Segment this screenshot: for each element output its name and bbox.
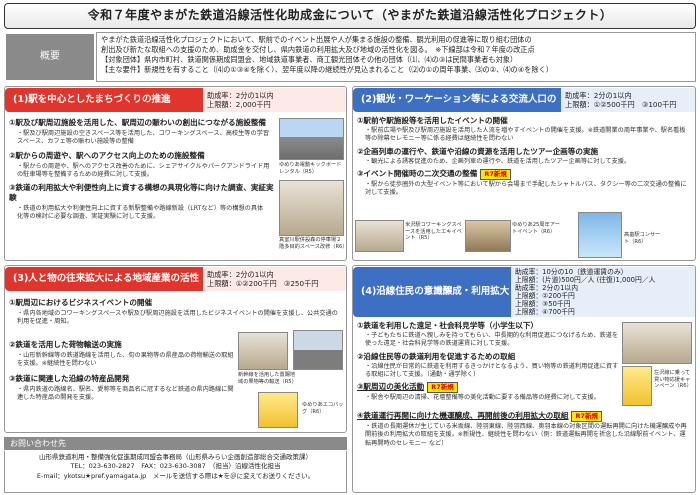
panel-1-item-2-title: ②駅からの周遊や、駅へのアクセス向上のための施設整備 bbox=[9, 150, 205, 160]
panel-3-item-3-desc: ・県内鉄道の路線名、駅名、愛称等を商品名に冠するなど鉄道の県内路線に関連した特産… bbox=[17, 385, 234, 401]
overview-line: やまがた鉄道沿線活性化プロジェクトにおいて、駅前でのイベント出展や人が集まる施設… bbox=[101, 35, 532, 44]
panel-2-limit: 上限額：①②500千円 ③100千円 bbox=[565, 100, 677, 109]
page-title: 令和７年度やまがた鉄道沿線活性化助成金について（やまがた鉄道沿線活性化プロジェク… bbox=[4, 3, 696, 29]
panel-1-caption-2: 真室川駅併設森の停車場２階多目的スペース改修（R6） bbox=[279, 237, 348, 250]
panel-3-rate: 助成率：2分の1以内 bbox=[207, 270, 274, 279]
new-badge: R7新規 bbox=[427, 382, 458, 394]
panel-3-limit: 上限額：①②200千円 ③250千円 bbox=[207, 279, 319, 288]
panel-1-caption-1: ゆめりあ電動キックボードレンタル（R5） bbox=[279, 162, 342, 175]
panel-2-item-2-title: ②企画列車の運行や、鉄道や沿線の資源を活用したツアー企画等の実施 bbox=[357, 146, 599, 156]
panel-3-caption-2: ゆめりあエコバッグ（R6） bbox=[302, 402, 344, 415]
overview-text: やまがた鉄道沿線活性化プロジェクトにおいて、駅前でのイベント出展や人が集まる施設… bbox=[96, 32, 696, 82]
panel-1-item-1-desc: ・駅及び駅周辺施設の空きスペース等を活用した、コワーキングスペース、高校生等の学… bbox=[17, 130, 270, 146]
field-trip-photo bbox=[622, 322, 692, 364]
panel-4-stat-1: 助成率：10分の10（鉄道運賃のみ） bbox=[515, 268, 628, 276]
panel-4-stat-6: 上限額：④700千円 bbox=[515, 308, 575, 316]
overview-line: 【対象団体】県内市町村、鉄道関係期成同盟会、地域鉄道事業者、商工観光団体その他の… bbox=[101, 55, 518, 64]
shopping-campaign-poster bbox=[622, 366, 652, 406]
panel-4-item-3-desc: ・駅舎や駅周辺の清掃、花壇整備等の美化活動に要する備品等の経費に対して支援。 bbox=[365, 394, 600, 402]
panel-2-item-3-desc: ・駅から徒歩圏外の大型イベント等において駅から会場まで手配したシャトルバス、タク… bbox=[365, 180, 687, 197]
panel-1-header: (1)駅を中心としたまちづくりの推進 bbox=[5, 88, 203, 112]
new-badge: R7新規 bbox=[571, 411, 602, 422]
panel-4-stat-4: 上限額：②200千円 bbox=[515, 292, 575, 300]
panel-3-item-3-title: ③鉄道に関連した沿線の特産品開発 bbox=[9, 373, 130, 383]
panel-4-caption-1: 左沢線に乗って買い物応援キャンペーン（R6） bbox=[654, 370, 692, 389]
panel-4-stats: 助成率：10分の10（鉄道運賃のみ） 上限額：(片道)500円／人 (往復)1,… bbox=[511, 267, 695, 317]
contact-phone: TEL：023-630-2827 FAX：023-630-3087 （担当）沿線… bbox=[70, 462, 281, 471]
contact-header: お問い合わせ先 bbox=[4, 437, 347, 450]
panel-3-item-2-title: ②鉄道を活用した荷物輸送の実施 bbox=[9, 340, 122, 349]
overview-line: 創出及び新たな取組への支援のため、助成金を交付し、県内鉄道の利用拡大及び地域の活… bbox=[101, 45, 535, 54]
panel-4-stat-2: 上限額：(片道)500円／人 (往復)1,000円／人 bbox=[515, 276, 656, 284]
panel-4-item-4-title: ④鉄道運行再開に向けた機運醸成、再開前後の利用拡大の取組 bbox=[357, 411, 569, 420]
panel-2-item-1-desc: ・駅前広場や駅及び駅周辺施設を活用した人流を増やすイベントの開催を支援。※鉄道開… bbox=[365, 127, 686, 143]
panel-1-items: ①駅及び駅周辺施設を活用した、駅周辺の賑わいの創出につながる施設整備 ・駅及び駅… bbox=[9, 118, 274, 222]
panel-4-item-2-desc: ・沿線住民が日常的に鉄道を利用するきっかけとなるよう、買い物等の鉄道利用促進に資… bbox=[365, 362, 619, 378]
panel-4-item-4-desc: ・鉄道の長期運休が生じている米坂線、陸羽東線、陸羽西線、奥羽本線の対象区間の運転… bbox=[365, 423, 687, 447]
panel-3-item-1-title: ①駅周辺におけるビジネスイベントの開催 bbox=[9, 298, 153, 307]
panel-2-caption-2: ゆめりあ25周年アートイベント（R6） bbox=[512, 222, 560, 235]
panel-4-item-4: ④鉄道運行再開に向けた機運醸成、再開前後の利用拡大の取組 R7新規 ・鉄道の長期運… bbox=[357, 411, 691, 448]
panel-4-item-2-title: ②沿線住民等の鉄道利用を促進するための取組 bbox=[357, 351, 516, 361]
panel-2-rate: 助成率：2分の1以内 bbox=[565, 91, 632, 100]
panel-1-item-3-title: ③鉄道の利用拡大や利便性向上に資する構想の具現化等に向けた調査、実証実験 bbox=[9, 183, 274, 203]
contact-box: 山形県鉄道利用・整備強化促進期成同盟会事務局（山形県みらい企画創造部総合交通政策… bbox=[4, 451, 347, 493]
eco-bag-photo bbox=[258, 392, 298, 428]
coworking-photo bbox=[355, 220, 404, 252]
panel-1-stats: 助成率：2分の1以内 上限額：2,000千円 bbox=[203, 88, 346, 112]
station-room-photo bbox=[279, 180, 344, 236]
panel-2-item-2-desc: ・観光による誘客促進のため、企画列車の運行や、鉄道を活用したツアー企画等に対して… bbox=[365, 157, 631, 165]
panel-2-stats: 助成率：2分の1以内 上限額：①②500千円 ③100千円 bbox=[561, 88, 695, 112]
fruit-shipping-photo bbox=[238, 332, 288, 370]
panel-3-stats: 助成率：2分の1以内 上限額：①②200千円 ③250千円 bbox=[203, 267, 346, 291]
new-badge: R7新規 bbox=[480, 168, 511, 180]
panel-4-items: ①鉄道を利用した遠足・社会科見学等（小学生以下） ・子どもたちに鉄道へ親しみを持… bbox=[357, 321, 619, 402]
contact-email[interactable]: E-mail：ykotsu★pref.yamagata.jp メールを送信する際… bbox=[5, 472, 346, 481]
panel-4-stat-3: 助成率：2分の1以内 bbox=[515, 284, 579, 292]
concert-poster bbox=[578, 212, 622, 258]
shinkansen-photo bbox=[293, 330, 343, 370]
panel-4-item-1-title: ①鉄道を利用した遠足・社会科見学等（小学生以下） bbox=[357, 321, 539, 330]
panel-3-item-2-desc: ・山形新幹線等の鉄道路線を活用した、旬の果物等の県産品の荷物輸送の取組を支援。※… bbox=[17, 352, 234, 368]
panel-3-header: (3)人と物の往来拡大による地域産業の活性化 bbox=[5, 267, 203, 308]
panel-4-stat-5: 上限額：③50千円 bbox=[515, 300, 571, 308]
panel-2-item-1-title: ①駅前や駅施設等を活用したイベントの開催 bbox=[357, 116, 508, 125]
panel-2-items: ①駅前や駅施設等を活用したイベントの開催 ・駅前広場や駅及び駅周辺施設を活用した… bbox=[357, 116, 691, 197]
art-event-photo bbox=[465, 220, 511, 252]
panel-2-caption-1: 米沢駅コワーキングスペースを活用したエキイベント（R5） bbox=[405, 222, 462, 241]
panel-1-item-1-title: ①駅及び駅周辺施設を活用した、駅周辺の賑わいの創出につながる施設整備 bbox=[9, 118, 267, 127]
panel-3-items: ①駅周辺におけるビジネスイベントの開催 ・県内各地域のコワーキングスペースや駅及… bbox=[9, 298, 339, 327]
panel-2-header: (2)観光・ワーケーション等による交流人口の拡大 bbox=[353, 88, 561, 129]
kickboard-photo bbox=[279, 118, 344, 160]
contact-org: 山形県鉄道利用・整備強化促進期成同盟会事務局（山形県みらい企画創造部総合交通政策… bbox=[39, 453, 312, 461]
panel-3-item-1-desc: ・県内各地域のコワーキングスペースや駅及び駅周辺施設を活用したビジネスイベントの… bbox=[17, 310, 338, 326]
panel-3-items-lower: ②鉄道を活用した荷物輸送の実施 ・山形新幹線等の鉄道路線を活用した、旬の果物等の… bbox=[9, 340, 237, 402]
panel-2-item-3-title: ③イベント開催時の二次交通の整備 bbox=[357, 168, 478, 178]
panel-3-caption-1: 新幹線を活用した置賜地域の果物等の輸送（R5） bbox=[238, 372, 297, 385]
panel-1-limit: 上限額：2,000千円 bbox=[207, 100, 271, 109]
panel-1-rate: 助成率：2分の1以内 bbox=[207, 91, 274, 100]
panel-1-item-3-desc: ・鉄道の利用拡大や利便性向上に資する新駅整備や路線新設（LRTなど）等の構想の具… bbox=[17, 205, 264, 221]
panel-4-header: (4)沿線住民の意識醸成・利用拡大 bbox=[353, 267, 511, 317]
panel-4-item-1-desc: ・子どもたちに鉄道へ親しみを持ってもらい、中長期的な利用促進につなげるため、鉄道… bbox=[365, 332, 619, 348]
overview-label: 概要 bbox=[6, 34, 94, 80]
panel-4-item-3-title: ③駅周辺の美化活動 bbox=[357, 382, 425, 392]
overview-line: 【主な要件】新規性を有すること（⑷の①③④を除く）、翌年度以降の継続性が見込まれ… bbox=[101, 65, 553, 74]
panel-2-caption-3: 高畠駅コンサート（R6） bbox=[624, 232, 661, 245]
panel-1-item-2-desc: ・駅からの周遊や、駅へのアクセス改善のために、シェアサイクルやパークアンドライド… bbox=[17, 162, 270, 178]
